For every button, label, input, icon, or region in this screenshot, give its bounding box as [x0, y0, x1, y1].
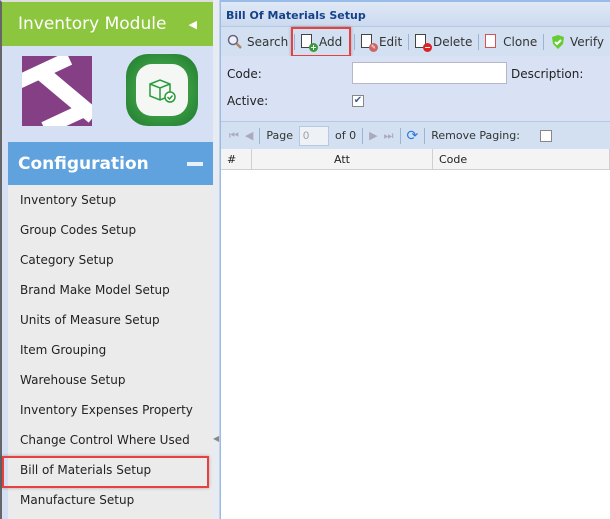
sidebar: Inventory Module ◀ Configuration Invento… — [0, 0, 213, 519]
configuration-section-header[interactable]: Configuration — [8, 142, 213, 185]
verify-label: Verify — [569, 34, 604, 49]
page-label: Page — [266, 129, 294, 142]
sidebar-item-category-setup[interactable]: Category Setup — [8, 245, 213, 275]
sidebar-item-manufacture-setup[interactable]: Manufacture Setup — [8, 485, 213, 515]
sidebar-item-change-control-where-used[interactable]: Change Control Where Used — [8, 425, 213, 455]
splitter-arrow-icon[interactable]: ◀ — [213, 434, 219, 443]
column-header-att[interactable]: Att — [252, 149, 433, 169]
last-page-icon[interactable]: ⏭ — [384, 129, 394, 143]
page-count: of 0 — [335, 129, 357, 142]
sidebar-item-bill-of-materials-setup[interactable]: Bill of Materials Setup — [2, 455, 213, 488]
add-label: Add — [318, 34, 343, 49]
inventory-module-icon — [126, 54, 198, 126]
sidebar-splitter[interactable]: ◀ — [213, 0, 220, 519]
refresh-icon[interactable]: ⟳ — [407, 128, 419, 144]
clone-icon — [485, 33, 499, 50]
sidebar-item-inventory-expenses-property[interactable]: Inventory Expenses Property — [8, 395, 213, 425]
code-label: Code: — [227, 67, 262, 81]
page-input[interactable] — [299, 125, 330, 146]
sidebar-item-group-codes-setup[interactable]: Group Codes Setup — [8, 215, 213, 245]
module-header: Inventory Module ◀ — [2, 2, 213, 46]
edit-button[interactable]: ✎ Edit — [355, 31, 408, 53]
filter-form: Code: Description: Active: ✔ — [221, 56, 610, 121]
search-button[interactable]: Search — [221, 31, 294, 53]
verify-shield-icon — [551, 34, 564, 49]
edit-label: Edit — [378, 34, 403, 49]
column-header-number[interactable]: # — [221, 149, 252, 169]
search-icon — [227, 34, 242, 49]
sidebar-item-units-of-measure-setup[interactable]: Units of Measure Setup — [8, 305, 213, 335]
active-checkbox[interactable]: ✔ — [352, 95, 364, 107]
first-page-icon[interactable]: ⏮ — [229, 129, 239, 143]
clone-label: Clone — [503, 34, 538, 49]
remove-paging-checkbox[interactable]: ✔ — [539, 129, 552, 142]
module-title: Inventory Module — [18, 14, 167, 34]
sidebar-item-item-grouping[interactable]: Item Grouping — [8, 335, 213, 365]
toolbar: Search + Add ✎ Edit − Delete Clone Verif… — [221, 26, 610, 57]
section-title: Configuration — [18, 153, 149, 174]
collapse-minus-icon[interactable] — [187, 161, 203, 166]
grid-header: # Att Code — [221, 149, 610, 170]
edit-document-icon: ✎ — [360, 33, 378, 52]
sidebar-item-warehouse-setup[interactable]: Warehouse Setup — [8, 365, 213, 395]
collapse-sidebar-icon[interactable]: ◀ — [189, 18, 197, 31]
sidebar-item-brand-make-model-setup[interactable]: Brand Make Model Setup — [8, 275, 213, 305]
clone-button[interactable]: Clone — [479, 31, 543, 53]
search-label: Search — [247, 34, 289, 49]
remove-paging-label: Remove Paging: — [431, 129, 520, 142]
bom-setup-panel: Bill Of Materials Setup Search + Add ✎ E… — [220, 0, 610, 519]
company-logo — [22, 56, 92, 126]
delete-label: Delete — [432, 34, 473, 49]
sidebar-item-inventory-setup[interactable]: Inventory Setup — [8, 185, 213, 215]
active-label: Active: — [227, 94, 269, 108]
add-button[interactable]: + Add — [290, 26, 352, 57]
code-input[interactable] — [352, 62, 507, 84]
description-label: Description: — [511, 67, 584, 81]
pager-toolbar: ⏮ ◀ Page of 0 ▶ ⏭ ⟳ Remove Paging: ✔ — [221, 121, 610, 149]
verify-button[interactable]: Verify — [544, 31, 610, 53]
delete-button[interactable]: − Delete — [409, 31, 478, 53]
panel-title: Bill Of Materials Setup — [221, 2, 610, 26]
delete-document-icon: − — [414, 33, 432, 52]
next-page-icon[interactable]: ▶ — [369, 129, 377, 142]
column-header-code[interactable]: Code — [433, 149, 610, 169]
add-document-icon: + — [300, 33, 318, 52]
prev-page-icon[interactable]: ◀ — [245, 129, 253, 142]
